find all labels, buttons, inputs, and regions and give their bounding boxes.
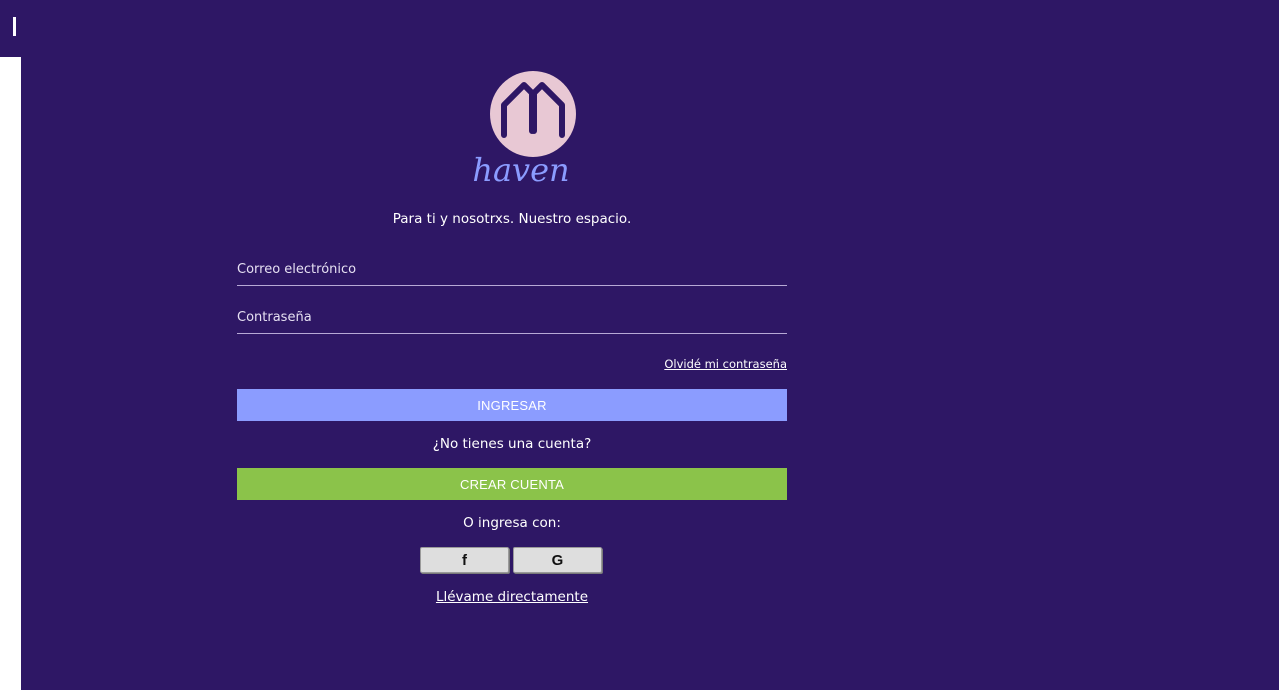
- email-field[interactable]: [237, 253, 787, 286]
- direct-access-link[interactable]: Llévame directamente: [237, 589, 787, 605]
- create-account-button[interactable]: CREAR CUENTA: [237, 468, 787, 500]
- left-panel: [0, 0, 21, 690]
- left-panel-glyph: [13, 17, 16, 36]
- facebook-button[interactable]: f: [420, 547, 509, 573]
- no-account-text: ¿No tienes una cuenta?: [432, 436, 592, 452]
- left-panel-header: [0, 0, 21, 57]
- facebook-icon: f: [462, 551, 467, 569]
- wordmark-text: haven: [472, 151, 569, 189]
- or-login-with-text: O ingresa con:: [463, 515, 561, 531]
- tagline: Para ti y nosotrxs. Nuestro espacio.: [392, 211, 632, 227]
- password-field[interactable]: [237, 301, 787, 334]
- login-screen: haven Para ti y nosotrxs. Nuestro espaci…: [21, 0, 1279, 690]
- forgot-password-link[interactable]: Olvidé mi contraseña: [587, 357, 787, 371]
- brand-logo: haven: [466, 70, 576, 190]
- login-button[interactable]: INGRESAR: [237, 389, 787, 421]
- house-icon: [501, 82, 565, 138]
- wordmark: haven: [472, 151, 569, 189]
- google-icon: G: [551, 551, 564, 569]
- google-button[interactable]: G: [513, 547, 602, 573]
